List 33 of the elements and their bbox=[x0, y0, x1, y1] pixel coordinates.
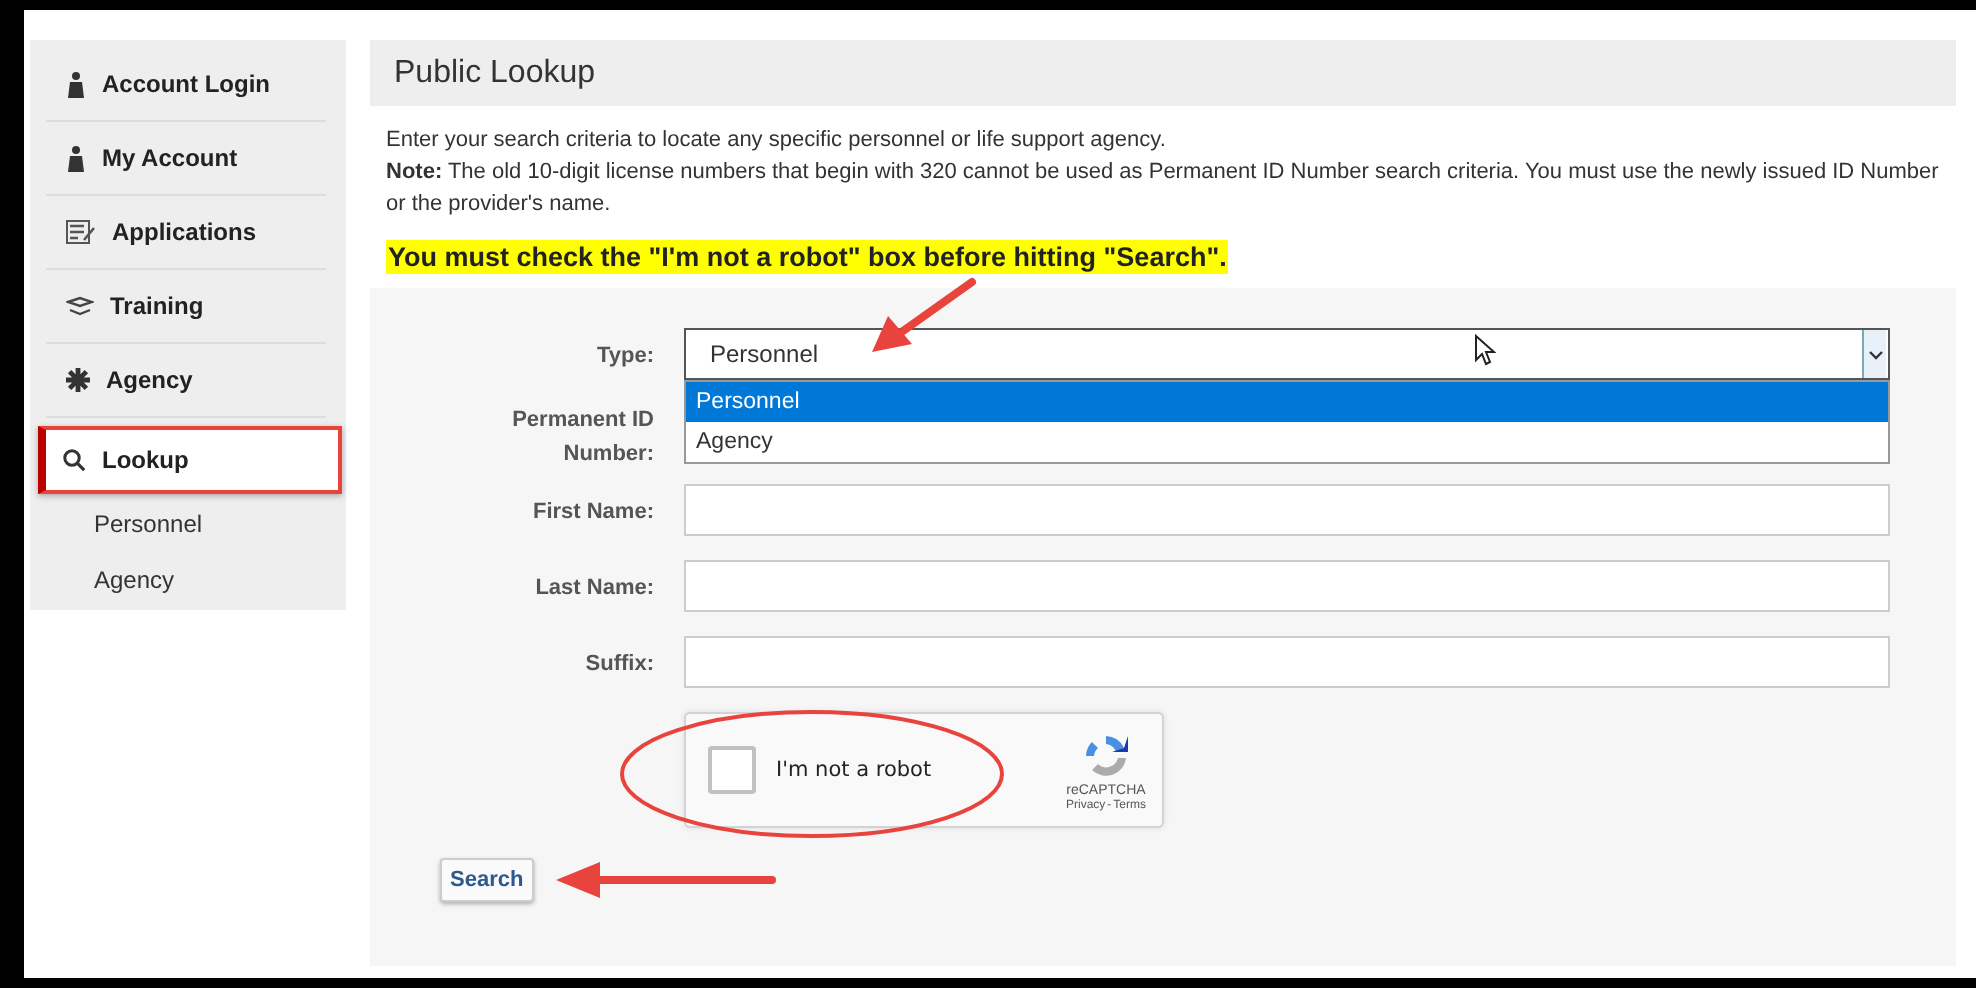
dropdown-option[interactable]: Personnel bbox=[686, 382, 1888, 422]
field-label: Permanent ID Number: bbox=[510, 406, 656, 470]
type-dropdown[interactable]: Personnel bbox=[684, 328, 1890, 380]
field-label: Type: bbox=[594, 342, 656, 372]
sidebar-item[interactable]: My Account bbox=[46, 122, 326, 194]
sidebar-item[interactable]: Training bbox=[46, 270, 326, 342]
asterisk-icon bbox=[66, 368, 90, 392]
intro-text: Enter your search criteria to locate any specific personnel or life support agency. bbox=[386, 126, 1168, 156]
note-text: Note: The old 10-digit license numbers that begin with 320 cannot be used as Permanent ID Number search criteria. You must use the newly issued ID Number or the provider's name. bbox=[386, 158, 1940, 220]
dropdown-option[interactable]: Agency bbox=[686, 422, 1888, 462]
person-icon bbox=[66, 71, 86, 97]
caret-icon bbox=[1862, 330, 1886, 378]
field-label: First Name: bbox=[530, 498, 656, 528]
sidebar-item[interactable]: Lookup bbox=[38, 426, 342, 494]
sidebar-subitem[interactable]: Agency bbox=[46, 554, 175, 610]
text-field[interactable] bbox=[684, 560, 1890, 612]
page-title: Public Lookup bbox=[394, 55, 596, 91]
sidebar-subitem[interactable]: Personnel bbox=[46, 498, 203, 554]
form-icon bbox=[66, 220, 96, 244]
text-field[interactable] bbox=[684, 484, 1890, 536]
warning-text: You must check the "I'm not a robot" box before hitting "Search". bbox=[386, 240, 1229, 274]
search-icon bbox=[62, 448, 86, 472]
mouse-cursor-icon bbox=[1474, 334, 1496, 366]
sidebar-item[interactable]: Account Login bbox=[46, 48, 326, 120]
field-label: Suffix: bbox=[583, 650, 656, 680]
checkbox[interactable] bbox=[708, 746, 756, 794]
text-field[interactable] bbox=[684, 636, 1890, 688]
field-label: Last Name: bbox=[533, 574, 656, 604]
checkbox-label: I'm not a robot bbox=[776, 758, 932, 782]
sidebar-item[interactable]: Agency bbox=[46, 344, 326, 416]
sidebar-item[interactable]: Applications bbox=[46, 196, 326, 268]
person-icon bbox=[66, 145, 86, 171]
search-button[interactable]: Search bbox=[440, 858, 534, 902]
